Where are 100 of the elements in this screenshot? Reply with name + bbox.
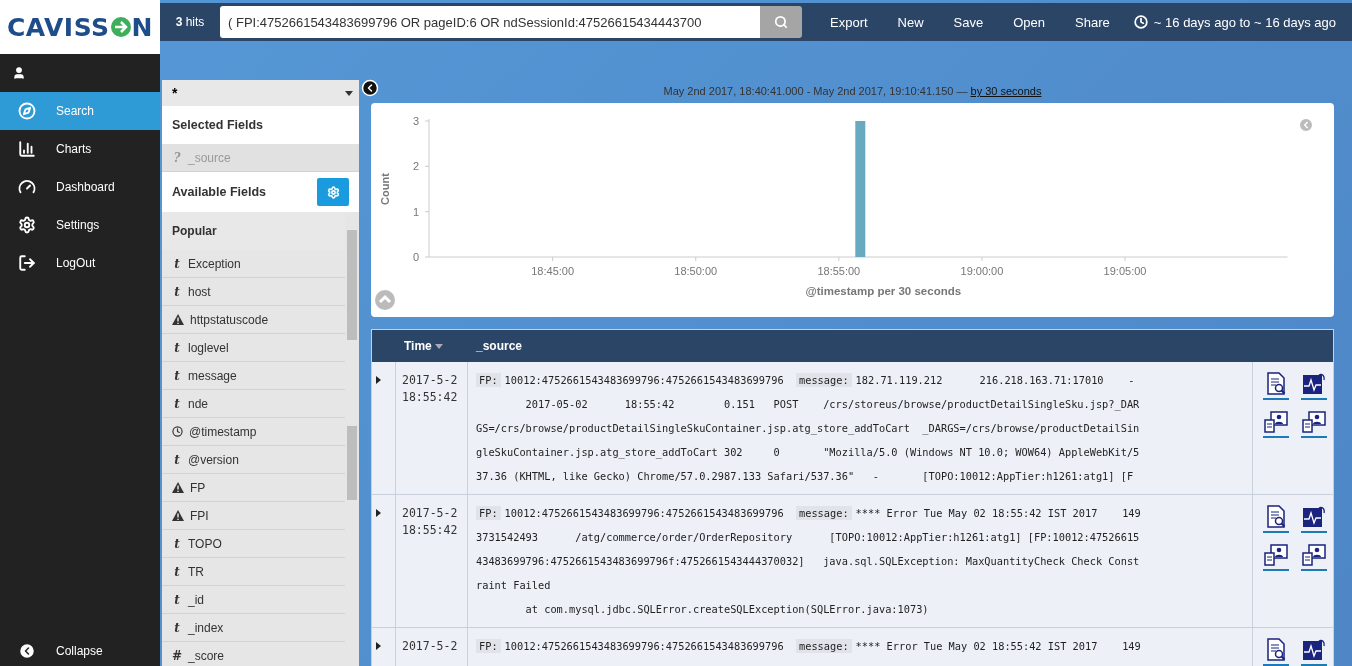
x-tick-label: 18:50:00 bbox=[674, 265, 718, 277]
section-title: Available Fields bbox=[172, 185, 267, 199]
interval-link[interactable]: by 30 seconds bbox=[970, 85, 1042, 97]
user-screen-icon bbox=[1264, 410, 1288, 434]
clock-icon bbox=[1133, 15, 1148, 29]
nav-label: LogOut bbox=[56, 256, 96, 270]
x-axis-title: @timestamp per 30 seconds bbox=[805, 285, 962, 297]
field-name: _id bbox=[188, 592, 204, 607]
source-cell: FP: 10012:4752661543483699796:4752661543483699796 message: 182.71.119.212 216.218.163.71:17010 - 2017-05-02 18:55:42 0.151 POST /crs/storeus/browse/productDetailSingleSku.jsp?_DAR GS=/crs/browse/productDetailSingleSkuContainer.jsp.atg_store_addToCart _DARGS=/crs/browse/productDetailSin gleSkuContainer.jsp.atg_store_addToCart 302 0 "Mozilla/5.0 (Windows NT 10.0; WOW64) AppleWebKit/5 37.36 (KHTML, like Gecko) Chrome/57.0.2987.133 Safari/537.36" - [TOPO:10012:AppTier:h1261:atg1] [F bbox=[468, 362, 1253, 494]
document-magnifier-icon bbox=[1265, 505, 1287, 529]
bar-chart-icon bbox=[18, 140, 36, 158]
field-name: host bbox=[188, 284, 211, 299]
string-type-icon: t bbox=[172, 368, 182, 383]
field-name: @timestamp bbox=[189, 424, 257, 439]
user-screen-icon bbox=[1302, 410, 1326, 434]
gear-icon bbox=[18, 216, 36, 234]
section-title: Selected Fields bbox=[172, 118, 263, 132]
nav-item[interactable]: Settings bbox=[0, 206, 160, 244]
view-document-button[interactable] bbox=[1263, 503, 1289, 533]
field-name: nde bbox=[188, 396, 209, 411]
string-type-icon: t bbox=[172, 620, 182, 635]
nav-label: Settings bbox=[56, 218, 100, 232]
nav-item[interactable]: Charts bbox=[0, 130, 160, 168]
field-name: message bbox=[188, 368, 237, 383]
view-document-button[interactable] bbox=[1263, 636, 1289, 666]
field-name: httpstatuscode bbox=[190, 312, 269, 327]
time-cell-text: 2017-5-2 18:55:42 bbox=[402, 505, 459, 539]
user-icon[interactable] bbox=[12, 66, 26, 80]
nav-label: Dashboard bbox=[56, 180, 115, 194]
nav-item[interactable]: Dashboard bbox=[0, 168, 160, 206]
user-screen-button[interactable] bbox=[1301, 408, 1327, 438]
string-type-icon: t bbox=[172, 284, 182, 299]
document-magnifier-icon bbox=[1265, 638, 1287, 662]
gauge-icon bbox=[18, 178, 36, 196]
x-tick-label: 19:00:00 bbox=[960, 265, 1004, 277]
field-name: FPI bbox=[190, 508, 209, 523]
expand-caret-icon[interactable] bbox=[376, 376, 381, 384]
string-type-icon: t bbox=[172, 340, 182, 355]
string-type-icon: t bbox=[172, 396, 182, 411]
settings-button[interactable] bbox=[317, 178, 349, 206]
warning-icon bbox=[172, 510, 184, 521]
expand-caret-icon[interactable] bbox=[376, 642, 381, 650]
string-type-icon: t bbox=[172, 536, 182, 551]
y-tick-label: 2 bbox=[412, 160, 419, 173]
string-type-icon: t bbox=[172, 564, 182, 579]
nav-item[interactable]: LogOut bbox=[0, 244, 160, 282]
collapse-panel-icon[interactable] bbox=[361, 79, 379, 97]
field-name: FP bbox=[190, 480, 206, 495]
menu-link[interactable]: Share bbox=[1075, 14, 1110, 30]
collapse-button[interactable]: Collapse bbox=[0, 636, 160, 666]
pulse-chart-icon bbox=[1302, 638, 1326, 662]
field-name: _score bbox=[188, 648, 225, 663]
menu-link[interactable]: Open bbox=[1013, 14, 1046, 30]
y-tick-label: 1 bbox=[412, 205, 419, 218]
field-name: TR bbox=[188, 564, 204, 579]
time-cell-text: 2017-5-2 bbox=[402, 638, 459, 655]
column-header[interactable]: _source bbox=[476, 339, 523, 353]
pulse-chart-icon bbox=[1302, 505, 1326, 529]
compass-icon bbox=[18, 102, 36, 120]
user-screen-icon bbox=[1264, 543, 1288, 567]
collapse-label: Collapse bbox=[56, 644, 103, 658]
menu-link[interactable]: New bbox=[897, 14, 924, 30]
view-document-button[interactable] bbox=[1263, 370, 1289, 400]
string-type-icon: # bbox=[172, 648, 182, 663]
field-name: TOPO bbox=[188, 536, 222, 551]
user-screen-icon bbox=[1302, 543, 1326, 567]
source-cell: FP: 10012:4752661543483699796:4752661543483699796 message: **** Error Tue May 02 18:55:42 IST 2017 149 3731542493 /atg/commerce/order/OrderRepository [TOPO:10012:AppTier:h1261:atg1] [FP:10012:47526615 43483699796:4752661543483699796f:4752661543444370032] java.sql.SQLException: MaxQuantityCheck Check Const raint Failed at com.mysql.jdbc.SQLError.createSQLException(SQLError.java:1073) bbox=[468, 495, 1253, 627]
field-name: _index bbox=[188, 620, 224, 635]
search-icon bbox=[774, 15, 788, 29]
expand-caret-icon[interactable] bbox=[376, 509, 381, 517]
y-tick-label: 3 bbox=[412, 115, 419, 127]
pulse-chart-icon bbox=[1302, 372, 1326, 396]
y-axis-title: Count bbox=[379, 173, 391, 205]
time-cell-text: 2017-5-2 18:55:42 bbox=[402, 372, 459, 406]
column-header[interactable]: Time bbox=[396, 339, 476, 353]
warning-icon bbox=[172, 314, 184, 325]
time-range[interactable]: ~ 16 days ago to ~ 16 days ago bbox=[1153, 14, 1336, 30]
user-screen-button[interactable] bbox=[1263, 541, 1289, 571]
clock-icon bbox=[172, 426, 183, 437]
nav-label: Search bbox=[56, 104, 95, 118]
string-type-icon: t bbox=[172, 256, 182, 271]
menu-link[interactable]: Save bbox=[953, 14, 984, 30]
chevron-left-icon bbox=[18, 642, 36, 660]
menu-link[interactable]: Export bbox=[830, 14, 868, 30]
x-tick-label: 18:45:00 bbox=[531, 265, 575, 277]
field-name: loglevel bbox=[188, 340, 229, 355]
field-name: @version bbox=[188, 452, 239, 467]
query-field[interactable]: ( FPI:4752661543483699796 OR pageID:6 OR ndSessionId:47526615434443700 bbox=[220, 6, 760, 38]
string-type-icon: t bbox=[172, 592, 182, 607]
source-cell: FP: 10012:4752661543483699796:4752661543483699796 message: **** Error Tue May 02 18:55:42 IST 2017 149 bbox=[468, 628, 1253, 666]
warning-icon bbox=[172, 482, 184, 493]
gear-icon bbox=[326, 185, 340, 199]
x-tick-label: 19:05:00 bbox=[1103, 265, 1147, 277]
field-name: _source bbox=[188, 150, 231, 165]
nav-label: Charts bbox=[56, 142, 92, 156]
logout-icon bbox=[18, 254, 36, 272]
user-screen-button[interactable] bbox=[1263, 408, 1289, 438]
user-screen-button[interactable] bbox=[1301, 541, 1327, 571]
unknown-type-icon: ? bbox=[172, 150, 182, 165]
logo-arrow-circle-icon bbox=[109, 16, 132, 38]
